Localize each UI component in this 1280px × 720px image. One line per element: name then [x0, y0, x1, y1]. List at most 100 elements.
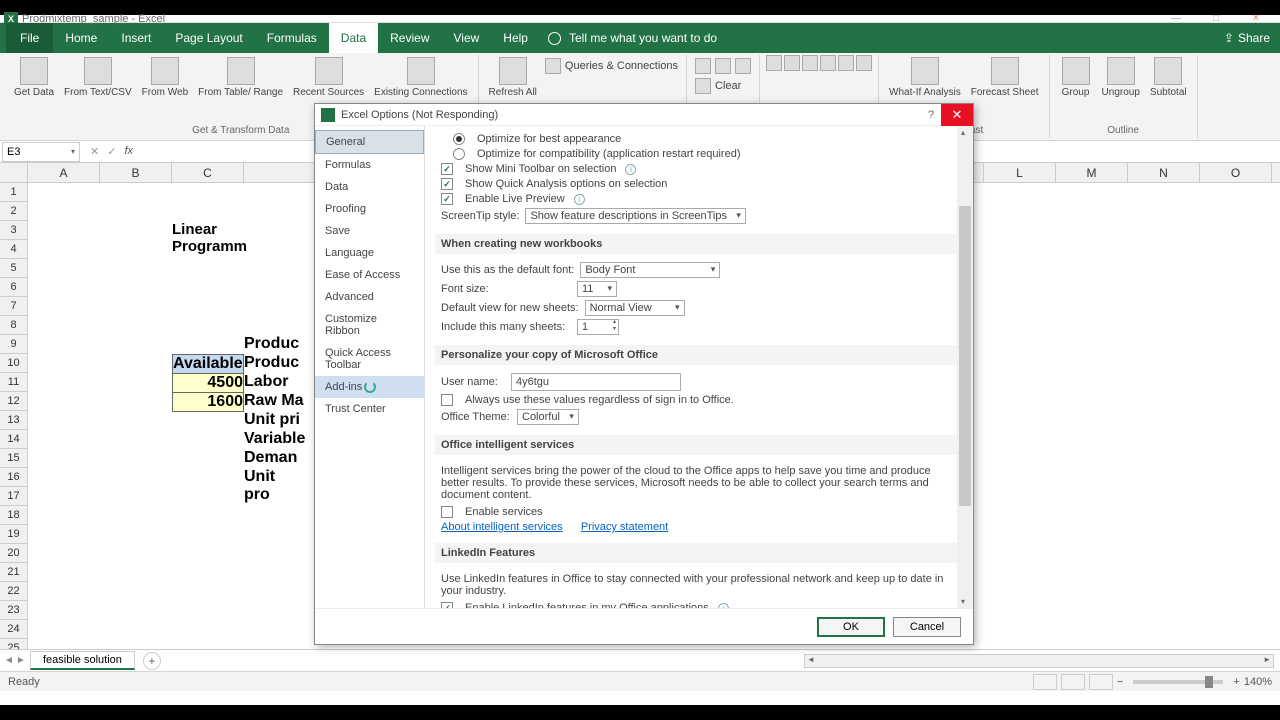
enable-services-checkbox[interactable] [441, 506, 453, 518]
row-header[interactable]: 5 [0, 259, 28, 278]
dialog-help-button[interactable]: ? [921, 109, 941, 121]
quick-analysis-checkbox[interactable] [441, 178, 453, 190]
normal-view-button[interactable] [1033, 674, 1057, 690]
nav-trust-center[interactable]: Trust Center [315, 398, 424, 420]
row-header[interactable]: 24 [0, 620, 28, 639]
info-icon[interactable]: i [625, 164, 636, 175]
tab-help[interactable]: Help [491, 23, 540, 53]
share-button[interactable]: ⇪ Share [1224, 23, 1280, 53]
horizontal-scrollbar[interactable] [804, 654, 1274, 668]
row-header[interactable]: 11 [0, 373, 28, 392]
nav-advanced[interactable]: Advanced [315, 286, 424, 308]
nav-ease-of-access[interactable]: Ease of Access [315, 264, 424, 286]
dialog-close-button[interactable]: ✕ [941, 104, 973, 126]
row-header[interactable]: 17 [0, 487, 28, 506]
ungroup-button[interactable]: Ungroup [1098, 55, 1144, 100]
tab-review[interactable]: Review [378, 23, 441, 53]
nav-data[interactable]: Data [315, 176, 424, 198]
row-header[interactable]: 22 [0, 582, 28, 601]
zoom-slider[interactable] [1133, 680, 1223, 684]
row-header[interactable]: 1 [0, 183, 28, 202]
data-tool-icon[interactable] [802, 55, 818, 71]
dialog-scrollbar[interactable] [957, 126, 973, 608]
row-header[interactable]: 3 [0, 221, 28, 240]
optimize-compat-radio[interactable] [453, 148, 465, 160]
optimize-best-radio[interactable] [453, 133, 465, 145]
zoom-level[interactable]: 140% [1244, 676, 1272, 688]
row-header[interactable]: 4 [0, 240, 28, 259]
row-header[interactable]: 25 [0, 639, 28, 649]
row-header[interactable]: 21 [0, 563, 28, 582]
enter-formula-icon[interactable]: ✓ [107, 145, 116, 158]
fx-icon[interactable]: fx [124, 145, 139, 158]
screentip-select[interactable]: Show feature descriptions in ScreenTips [525, 208, 745, 224]
clear-button[interactable]: Clear [693, 77, 753, 95]
row-header[interactable]: 18 [0, 506, 28, 525]
cancel-formula-icon[interactable]: ✕ [90, 145, 99, 158]
data-tool-icon[interactable] [838, 55, 854, 71]
from-table-range-button[interactable]: From Table/ Range [194, 55, 287, 100]
dialog-titlebar[interactable]: Excel Options (Not Responding) ? ✕ [315, 104, 973, 126]
row-header[interactable]: 23 [0, 601, 28, 620]
data-tool-icon[interactable] [820, 55, 836, 71]
ok-button[interactable]: OK [817, 617, 885, 637]
row-header[interactable]: 15 [0, 449, 28, 468]
tab-formulas[interactable]: Formulas [255, 23, 329, 53]
info-icon[interactable]: i [574, 194, 585, 205]
group-button[interactable]: Group [1056, 55, 1096, 100]
row-header[interactable]: 14 [0, 430, 28, 449]
nav-proofing[interactable]: Proofing [315, 198, 424, 220]
info-icon[interactable]: i [718, 603, 729, 609]
forecast-sheet-button[interactable]: Forecast Sheet [967, 55, 1043, 100]
enable-linkedin-checkbox[interactable] [441, 602, 453, 608]
tell-me-search[interactable]: Tell me what you want to do [540, 23, 717, 53]
recent-sources-button[interactable]: Recent Sources [289, 55, 368, 100]
get-data-button[interactable]: Get Data [10, 55, 58, 100]
row-header[interactable]: 7 [0, 297, 28, 316]
minimize-button[interactable]: — [1156, 15, 1196, 23]
row-header[interactable]: 20 [0, 544, 28, 563]
tab-page-layout[interactable]: Page Layout [163, 23, 254, 53]
tab-insert[interactable]: Insert [109, 23, 163, 53]
always-use-values-checkbox[interactable] [441, 394, 453, 406]
data-tool-icon[interactable] [856, 55, 872, 71]
sheet-tab-feasible-solution[interactable]: feasible solution [30, 651, 135, 670]
nav-formulas[interactable]: Formulas [315, 154, 424, 176]
row-header[interactable]: 13 [0, 411, 28, 430]
username-input[interactable]: 4y6tgu [511, 373, 681, 391]
cancel-button[interactable]: Cancel [893, 617, 961, 637]
row-header[interactable]: 6 [0, 278, 28, 297]
page-break-view-button[interactable] [1089, 674, 1113, 690]
close-button[interactable]: ✕ [1236, 15, 1276, 23]
nav-language[interactable]: Language [315, 242, 424, 264]
row-header[interactable]: 19 [0, 525, 28, 544]
what-if-analysis-button[interactable]: What-If Analysis [885, 55, 965, 100]
office-theme-select[interactable]: Colorful [517, 409, 579, 425]
live-preview-checkbox[interactable] [441, 193, 453, 205]
privacy-statement-link[interactable]: Privacy statement [581, 521, 668, 533]
font-size-select[interactable]: 11 [577, 281, 617, 297]
name-box[interactable]: E3 [2, 142, 80, 162]
row-header[interactable]: 9 [0, 335, 28, 354]
mini-toolbar-checkbox[interactable] [441, 163, 453, 175]
tab-view[interactable]: View [442, 23, 492, 53]
from-text-csv-button[interactable]: From Text/CSV [60, 55, 136, 100]
nav-quick-access-toolbar[interactable]: Quick Access Toolbar [315, 342, 424, 376]
nav-customize-ribbon[interactable]: Customize Ribbon [315, 308, 424, 342]
from-web-button[interactable]: From Web [138, 55, 193, 100]
default-font-select[interactable]: Body Font [580, 262, 720, 278]
subtotal-button[interactable]: Subtotal [1146, 55, 1191, 100]
maximize-button[interactable]: □ [1196, 15, 1236, 23]
about-intelligent-link[interactable]: About intelligent services [441, 521, 563, 533]
sheets-count-spinner[interactable]: 1 [577, 319, 619, 335]
row-header[interactable]: 2 [0, 202, 28, 221]
add-sheet-button[interactable]: + [143, 652, 161, 670]
row-header[interactable]: 8 [0, 316, 28, 335]
row-header[interactable]: 12 [0, 392, 28, 411]
row-header[interactable]: 10 [0, 354, 28, 373]
default-view-select[interactable]: Normal View [585, 300, 685, 316]
file-tab[interactable]: File [6, 23, 53, 53]
tab-data[interactable]: Data [329, 23, 378, 53]
tab-home[interactable]: Home [53, 23, 109, 53]
row-header[interactable]: 16 [0, 468, 28, 487]
